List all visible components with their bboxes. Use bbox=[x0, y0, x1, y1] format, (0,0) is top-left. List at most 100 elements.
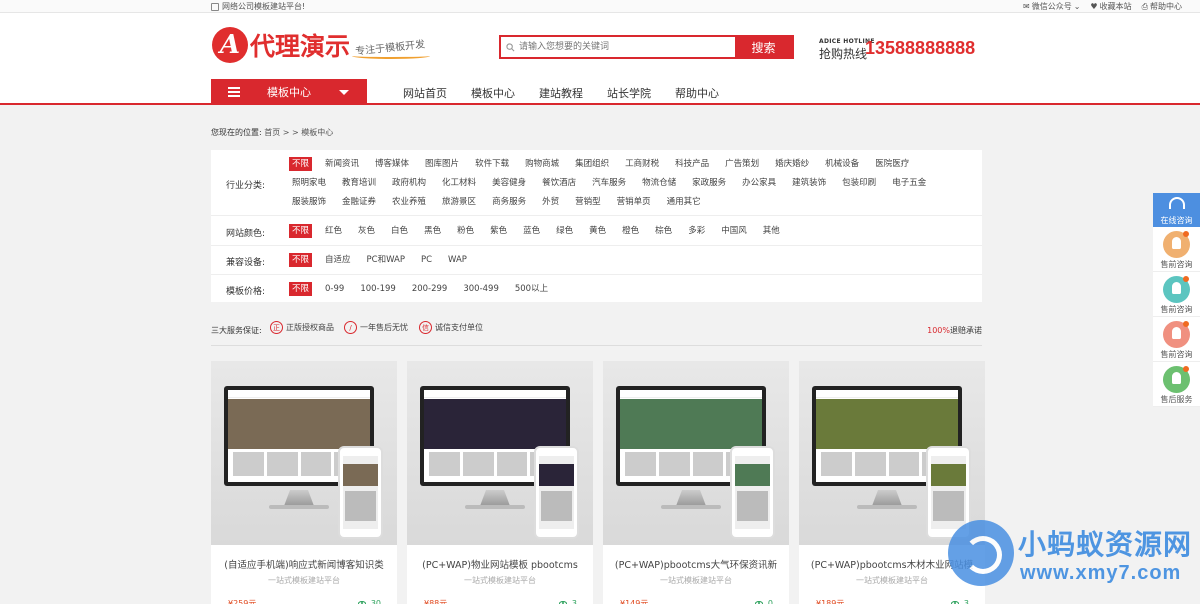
filter-option[interactable]: 棕色 bbox=[652, 224, 675, 238]
wechat-link[interactable]: ✉ 微信公众号 ⌄ bbox=[1023, 1, 1080, 12]
filter-option[interactable]: 紫色 bbox=[487, 224, 510, 238]
search-button[interactable]: 搜索 bbox=[735, 37, 792, 57]
filter-option[interactable]: 教育培训 bbox=[339, 176, 379, 190]
filter-option[interactable]: 软件下载 bbox=[472, 157, 512, 171]
logo-mark: A bbox=[212, 27, 248, 63]
filter-option[interactable]: 政府机构 bbox=[389, 176, 429, 190]
filter-option[interactable]: 中国风 bbox=[718, 224, 750, 238]
filter-option[interactable]: 通用其它 bbox=[664, 195, 704, 209]
filter-option[interactable]: 餐饮酒店 bbox=[539, 176, 579, 190]
site-logo[interactable]: A 代理演示 专注于模板开发 bbox=[212, 27, 430, 63]
side-consult-item[interactable]: 售前咨询 bbox=[1153, 272, 1200, 317]
filter-option[interactable]: 蓝色 bbox=[520, 224, 543, 238]
filter-option[interactable]: 新闻资讯 bbox=[322, 157, 362, 171]
help-link[interactable]: ⎙ 帮助中心 bbox=[1142, 1, 1182, 12]
filter-option[interactable]: WAP bbox=[445, 253, 470, 267]
product-title[interactable]: (PC+WAP)物业网站模板 pbootcms bbox=[407, 557, 593, 571]
filter-option[interactable]: 办公家具 bbox=[739, 176, 779, 190]
filter-option[interactable]: 农业养殖 bbox=[389, 195, 429, 209]
filter-option[interactable]: 不限 bbox=[289, 282, 313, 296]
product-thumbnail[interactable] bbox=[407, 361, 593, 545]
nav-link-templates[interactable]: 模板中心 bbox=[471, 85, 515, 101]
product-meta: ¥88元 3 bbox=[407, 598, 593, 604]
nav-link-tutorials[interactable]: 建站教程 bbox=[539, 85, 583, 101]
filter-option[interactable]: 汽车服务 bbox=[589, 176, 629, 190]
filter-option[interactable]: 建筑装饰 bbox=[789, 176, 829, 190]
nav-link-academy[interactable]: 站长学院 bbox=[607, 85, 651, 101]
filter-option[interactable]: 200-299 bbox=[409, 282, 451, 296]
filter-option[interactable]: 照明家电 bbox=[289, 176, 329, 190]
breadcrumb: 您现在的位置: 首页 > > 模板中心 bbox=[211, 127, 333, 138]
filter-option[interactable]: 科技产品 bbox=[672, 157, 712, 171]
filter-option[interactable]: 不限 bbox=[289, 253, 313, 267]
filter-option[interactable]: 集团组织 bbox=[572, 157, 612, 171]
breadcrumb-path[interactable]: 首页 > > 模板中心 bbox=[264, 128, 333, 137]
nav-link-home[interactable]: 网站首页 bbox=[403, 85, 447, 101]
filter-option[interactable]: 物流仓储 bbox=[639, 176, 679, 190]
filter-option[interactable]: 自适应 bbox=[322, 253, 354, 267]
favorite-link[interactable]: ♥ 收藏本站 bbox=[1090, 1, 1131, 12]
filter-option[interactable]: PC bbox=[418, 253, 435, 267]
filter-option[interactable]: 红色 bbox=[322, 224, 345, 238]
watermark-url: www.xmy7.com bbox=[1020, 562, 1182, 584]
category-menu-button[interactable]: 模板中心 bbox=[211, 79, 367, 105]
filter-option[interactable]: 医院医疗 bbox=[872, 157, 912, 171]
product-title[interactable]: (自适应手机端)响应式新闻博客知识类 bbox=[211, 557, 397, 571]
filter-option[interactable]: 电子五金 bbox=[889, 176, 929, 190]
filter-row-price: 模板价格: 不限 0-99 100-199 200-299 300-499 500以上 bbox=[211, 276, 982, 302]
filter-option[interactable]: 图库图片 bbox=[422, 157, 462, 171]
filter-option[interactable]: 不限 bbox=[289, 157, 313, 171]
filter-option[interactable]: 橙色 bbox=[619, 224, 642, 238]
refund-promise: 100%退赔承诺 bbox=[927, 326, 982, 335]
filter-option[interactable]: 100-199 bbox=[357, 282, 399, 296]
filter-option[interactable]: 粉色 bbox=[454, 224, 477, 238]
filter-option[interactable]: 服装服饰 bbox=[289, 195, 329, 209]
filter-option[interactable]: 商务服务 bbox=[489, 195, 529, 209]
filter-label: 行业分类: bbox=[226, 181, 266, 191]
filter-option[interactable]: 外贸 bbox=[539, 195, 562, 209]
product-card[interactable]: (PC+WAP)物业网站模板 pbootcms 一站式模板建站平台 ¥88元 3 bbox=[407, 361, 593, 604]
filter-option[interactable]: 化工材料 bbox=[439, 176, 479, 190]
filter-option[interactable]: 黑色 bbox=[421, 224, 444, 238]
filter-option[interactable]: 博客媒体 bbox=[372, 157, 412, 171]
filter-option[interactable]: 300-499 bbox=[460, 282, 502, 296]
filter-option[interactable]: 购物商城 bbox=[522, 157, 562, 171]
filter-option[interactable]: 工商财税 bbox=[622, 157, 662, 171]
filter-option[interactable]: 500以上 bbox=[512, 282, 551, 296]
filter-option[interactable]: 广告策划 bbox=[722, 157, 762, 171]
search-input[interactable] bbox=[519, 37, 735, 57]
filter-option[interactable]: 旅游景区 bbox=[439, 195, 479, 209]
printer-icon: ⎙ bbox=[1141, 1, 1148, 11]
filter-option[interactable]: 家政服务 bbox=[689, 176, 729, 190]
top-bar-right: ✉ 微信公众号 ⌄ ♥ 收藏本站 ⎙ 帮助中心 bbox=[1023, 1, 1182, 12]
filter-option[interactable]: 多彩 bbox=[685, 224, 708, 238]
product-meta: ¥149元 0 bbox=[603, 598, 789, 604]
filter-option[interactable]: 其他 bbox=[760, 224, 783, 238]
online-dot bbox=[1183, 366, 1189, 372]
filter-option[interactable]: 0-99 bbox=[322, 282, 347, 296]
side-consult-item[interactable]: 售后服务 bbox=[1153, 362, 1200, 407]
filter-option[interactable]: 绿色 bbox=[553, 224, 576, 238]
filter-option[interactable]: 美容健身 bbox=[489, 176, 529, 190]
side-consult-item[interactable]: 售前咨询 bbox=[1153, 317, 1200, 362]
side-consult-item[interactable]: 售前咨询 bbox=[1153, 227, 1200, 272]
product-title[interactable]: (PC+WAP)pbootcms大气环保资讯新 bbox=[603, 557, 789, 571]
breadcrumb-label: 您现在的位置: bbox=[211, 128, 262, 137]
filter-option[interactable]: 白色 bbox=[388, 224, 411, 238]
product-card[interactable]: (PC+WAP)pbootcms大气环保资讯新 一站式模板建站平台 ¥149元 0 bbox=[603, 361, 789, 604]
filter-option[interactable]: 灰色 bbox=[355, 224, 378, 238]
product-thumbnail[interactable] bbox=[603, 361, 789, 545]
product-card[interactable]: (自适应手机端)响应式新闻博客知识类 一站式模板建站平台 ¥259元 30 bbox=[211, 361, 397, 604]
product-thumbnail[interactable] bbox=[211, 361, 397, 545]
filter-option[interactable]: 不限 bbox=[289, 224, 313, 238]
filter-option[interactable]: 包装印刷 bbox=[839, 176, 879, 190]
filter-option[interactable]: 机械设备 bbox=[822, 157, 862, 171]
filter-option[interactable]: 婚庆婚纱 bbox=[772, 157, 812, 171]
filter-option[interactable]: 营销单页 bbox=[614, 195, 654, 209]
nav-link-help[interactable]: 帮助中心 bbox=[675, 85, 719, 101]
filter-option[interactable]: 营销型 bbox=[572, 195, 604, 209]
filter-option[interactable]: 黄色 bbox=[586, 224, 609, 238]
filter-option[interactable]: PC和WAP bbox=[364, 253, 408, 267]
filter-option[interactable]: 金融证券 bbox=[339, 195, 379, 209]
online-consult-button[interactable]: 在线咨询 bbox=[1153, 193, 1200, 227]
